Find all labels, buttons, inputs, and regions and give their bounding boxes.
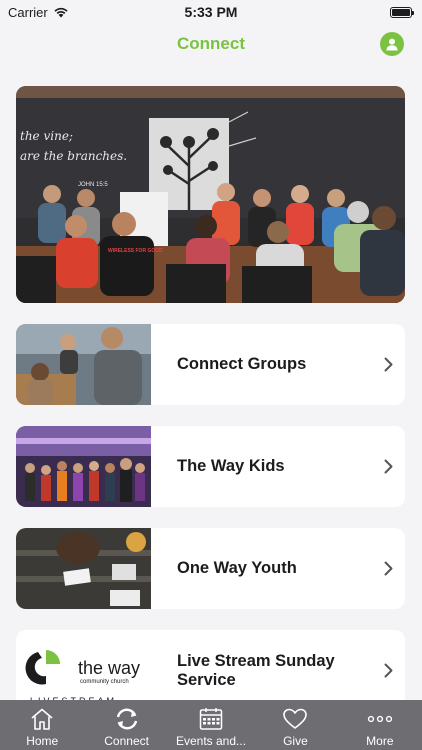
one-way-youth-thumbnail — [16, 528, 151, 609]
shirt-text: WIRELESS FOR GOOD — [108, 248, 163, 254]
heart-icon — [283, 708, 308, 729]
battery-icon — [390, 6, 414, 18]
connect-groups-thumbnail — [16, 324, 151, 405]
tab-more[interactable]: More — [338, 700, 422, 750]
connect-groups-card[interactable]: Connect Groups — [16, 324, 405, 405]
one-way-youth-label: One Way Youth — [177, 559, 297, 577]
profile-button[interactable] — [380, 32, 404, 56]
status-bar: Carrier 5:33 PM — [0, 0, 422, 24]
tab-events-label: Events and... — [175, 734, 247, 748]
livestream-label: Live Stream Sunday Service — [177, 651, 335, 689]
wifi-icon — [54, 7, 68, 18]
page-title: Connect — [177, 34, 245, 53]
livestream-card[interactable]: the way community church LIVESTREAM Live… — [16, 630, 405, 711]
livestream-thumbnail: the way community church LIVESTREAM — [16, 630, 151, 711]
tab-give[interactable]: Give — [253, 700, 337, 750]
user-icon — [386, 38, 398, 51]
chevron-right-icon — [371, 663, 405, 678]
hero-photo: the vine; are the branches. JOHN 15:5 WI… — [16, 86, 405, 303]
connect-groups-label: Connect Groups — [177, 355, 307, 373]
wall-text-line1: the vine; — [20, 129, 73, 143]
calendar-icon — [199, 708, 223, 730]
wall-ref: JOHN 15:5 — [78, 182, 108, 188]
chevron-right-icon — [371, 357, 405, 372]
the-way-kids-thumbnail — [16, 426, 151, 507]
more-icon — [367, 715, 392, 723]
tab-more-label: More — [366, 734, 394, 748]
logo-sub: community church — [80, 679, 129, 685]
hero-image: the vine; are the branches. JOHN 15:5 WI… — [16, 86, 405, 303]
the-way-kids-card[interactable]: The Way Kids — [16, 426, 405, 507]
carrier-label: Carrier — [8, 4, 48, 20]
nav-bar: Connect — [0, 24, 422, 64]
chevron-right-icon — [371, 459, 405, 474]
one-way-youth-card[interactable]: One Way Youth — [16, 528, 405, 609]
status-left: Carrier — [8, 5, 69, 20]
connect-icon — [116, 708, 137, 730]
logo-brand: the way — [78, 658, 140, 678]
chevron-right-icon — [371, 561, 405, 576]
tab-events[interactable]: Events and... — [169, 700, 253, 750]
tab-home-label: Home — [26, 734, 59, 748]
tab-connect-label: Connect — [104, 734, 149, 748]
wall-text-line2: are the branches. — [20, 149, 127, 163]
tab-give-label: Give — [283, 734, 308, 748]
tab-bar: Home Connect Events and... Give More — [0, 700, 422, 750]
tab-home[interactable]: Home — [0, 700, 84, 750]
home-icon — [31, 708, 53, 730]
tab-connect[interactable]: Connect — [84, 700, 168, 750]
the-way-kids-label: The Way Kids — [177, 457, 285, 475]
